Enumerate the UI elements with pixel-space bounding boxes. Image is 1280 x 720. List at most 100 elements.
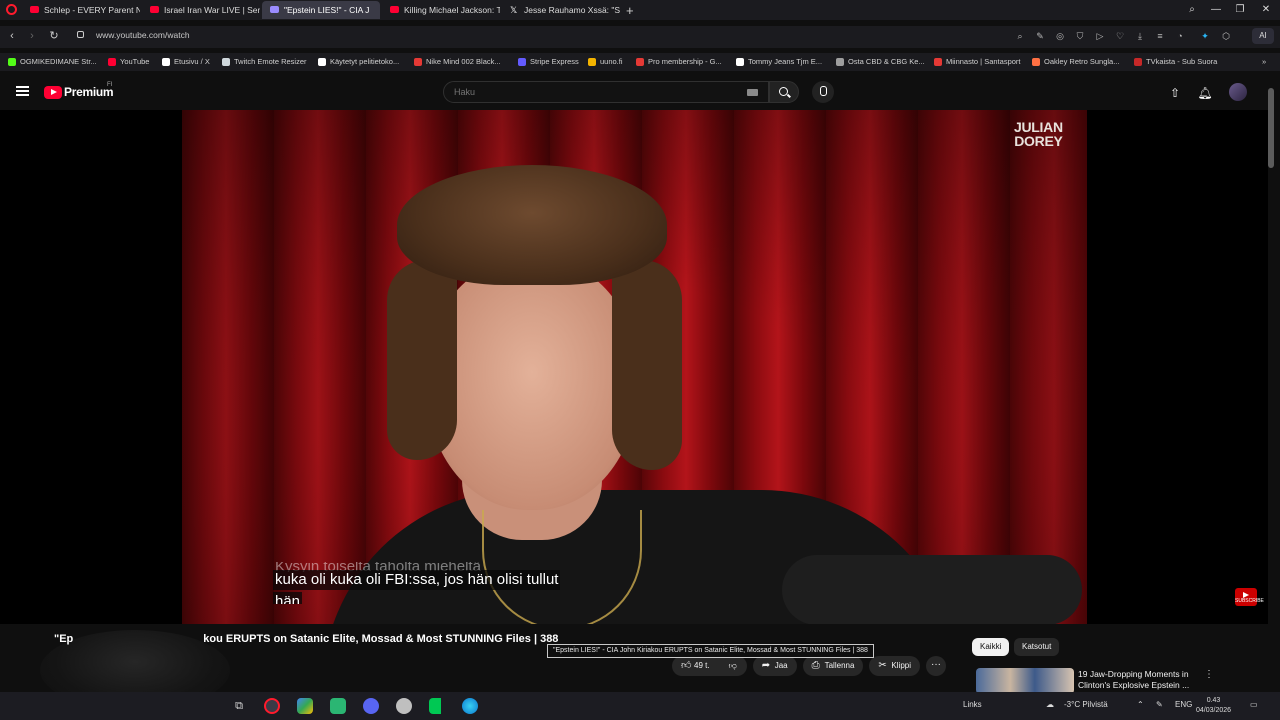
youtube-logo-icon[interactable] [44,86,62,99]
media-taskbar-icon[interactable] [429,698,445,714]
url-field[interactable]: www.youtube.com/watch [96,30,190,40]
bookmark-item[interactable]: Käytetyt pelitietoko... [318,55,399,69]
upload-icon[interactable]: ⇧ [1166,84,1184,102]
bookmark-item[interactable]: Twitch Emote Resizer [222,55,307,69]
lock-icon [77,31,84,38]
bookmark-label: Käytetyt pelitietoko... [330,57,400,66]
tab-schlep[interactable]: Schlep - EVERY Parent Ne [22,1,140,19]
edge-taskbar-icon[interactable] [462,698,478,714]
bookmark-item[interactable]: Osta CBD & CBG Ke... [836,55,925,69]
tab-jesse-rauhamo[interactable]: 𝕏 Jesse Rauhamo Xssä: "Su [502,1,620,19]
search-tabs-icon[interactable]: ⌕ [1180,0,1204,20]
youtube-premium-brand[interactable]: Premium [64,85,114,99]
scissors-icon: ✂ [878,660,887,671]
avatar[interactable] [1229,83,1247,101]
bookmark-item[interactable]: Pro membership - G... [636,55,722,69]
close-icon[interactable]: ✕ [1254,0,1278,20]
chip-all[interactable]: Kaikki [972,638,1010,656]
dislike-button[interactable]: 👎︎ [718,656,747,676]
system-clock[interactable]: 0.43 04/03/2026 [1196,696,1231,716]
bookmark-item[interactable]: Stripe Express [518,55,579,69]
share-icon: ➦ [761,660,771,671]
person-hair [387,260,457,460]
search-icon[interactable]: ⌕ [1014,30,1026,42]
menu-icon[interactable]: ≡ [1154,30,1166,42]
task-view-icon[interactable]: ⧉ [231,698,247,714]
bookmark-item[interactable]: uuno.fi [588,55,623,69]
bookmark-item[interactable]: YouTube [108,55,149,69]
video-title-end: kou ERUPTS on Satanic Elite, Mossad & Mo… [203,633,559,645]
steam-taskbar-icon[interactable] [396,698,412,714]
camera-icon[interactable]: ◎ [1054,30,1066,42]
like-button[interactable]: 👍︎ 49 t. [672,656,719,676]
bookmark-label: Twitch Emote Resizer [234,57,307,66]
notifications-bell-icon[interactable]: 🔔︎ [1196,84,1214,102]
bookmark-favicon-icon [414,58,422,66]
new-tab-button[interactable]: + [626,3,634,18]
bookmark-item[interactable]: Etusivu / X [162,55,210,69]
download-icon[interactable]: ⤓ [1134,30,1146,42]
search-icon [779,87,788,96]
bookmark-favicon-icon [222,58,230,66]
app-taskbar-icon[interactable] [297,698,313,714]
tab-killing-michael-jackson[interactable]: Killing Michael Jackson: Th [382,1,500,19]
share-button[interactable]: ➦ Jaa [752,656,797,676]
minimize-icon[interactable]: — [1204,0,1228,20]
person-hair-top [397,165,667,285]
back-icon[interactable]: ‹ [4,28,20,44]
more-actions-button[interactable]: ··· [926,656,946,676]
opera-logo-icon[interactable] [6,4,17,15]
keyboard-icon[interactable] [747,89,758,96]
clip-button[interactable]: ✂ Klippi [869,656,920,676]
ai-button[interactable]: AI [1252,28,1274,44]
language-indicator[interactable]: ENG [1175,700,1192,709]
bookmark-item[interactable]: OGMIKEDIMANE Str... [8,55,97,69]
bookmark-label: uuno.fi [600,57,623,66]
discord-taskbar-icon[interactable] [363,698,379,714]
search-button[interactable] [769,81,799,103]
bookmarks-bar: OGMIKEDIMANE Str... YouTube Etusivu / X Twi… [0,53,1280,71]
shield-icon[interactable]: ⛉ [1074,30,1086,42]
video-player[interactable]: JULIAN DOREY Kysyin toiselta taholta mie… [0,110,1268,624]
recommendation-menu-icon[interactable]: ⋮ [1204,669,1214,680]
reload-icon[interactable]: ↻ [46,28,62,44]
bookmark-item[interactable]: Nike Mind 002 Black... [414,55,501,69]
save-button[interactable]: ⎙ Tallenna [802,656,864,676]
edit-icon[interactable]: ✎ [1034,30,1046,42]
bookmark-favicon-icon [318,58,326,66]
opera-taskbar-icon[interactable] [264,698,280,714]
bookmark-item[interactable]: Miinnasto | Santasport [934,55,1021,69]
recommendation-title[interactable]: 19 Jaw-Dropping Moments in Clinton's Exp… [1078,669,1198,691]
bookmark-item[interactable]: TVkaista - Sub Suora [1134,55,1217,69]
forward-icon[interactable]: › [24,28,40,44]
chip-watched[interactable]: Katsotut [1014,638,1060,656]
cube-icon[interactable]: ⬡ [1220,30,1232,42]
links-toolbar[interactable]: Links [963,700,982,709]
thumbs-down-icon: 👎︎ [728,661,737,670]
tab-israel-iran[interactable]: Israel Iran War LIVE | Seric [142,1,260,19]
page-scrollbar[interactable] [1268,88,1274,168]
subscribe-watermark-button[interactable]: SUBSCRIBE [1235,588,1264,606]
bookmark-favicon-icon [836,58,844,66]
heart-icon[interactable]: ♡ [1114,30,1126,42]
tab-epstein-lies[interactable]: "Epstein LIES!" - CIA J [262,1,380,19]
hamburger-menu-icon[interactable] [16,86,29,96]
notification-center-icon[interactable]: ▭ [1250,700,1258,709]
pen-icon[interactable]: ✎ [1156,700,1163,709]
chevron-up-icon[interactable]: ⌃ [1137,700,1144,709]
voice-search-icon[interactable] [812,81,834,103]
weather-readout[interactable]: -3°C Pilvistä [1064,700,1108,709]
microphone [782,555,1082,624]
person-hair [612,260,682,470]
extension-icon[interactable]: ✦ [1199,30,1211,42]
profile-icon[interactable]: ◔ [1174,30,1186,42]
recommendation-thumbnail[interactable] [976,668,1074,694]
play-icon[interactable]: ▷ [1094,30,1106,42]
bookmark-item[interactable]: Tommy Jeans Tjm E... [736,55,822,69]
spreadsheet-taskbar-icon[interactable] [330,698,346,714]
bookmark-item[interactable]: Oakley Retro Sungla... [1032,55,1119,69]
search-input[interactable] [454,82,734,102]
bookmark-label: Nike Mind 002 Black... [426,57,501,66]
bookmarks-overflow-icon[interactable]: » [1250,55,1266,69]
maximize-icon[interactable]: ❐ [1228,0,1252,20]
